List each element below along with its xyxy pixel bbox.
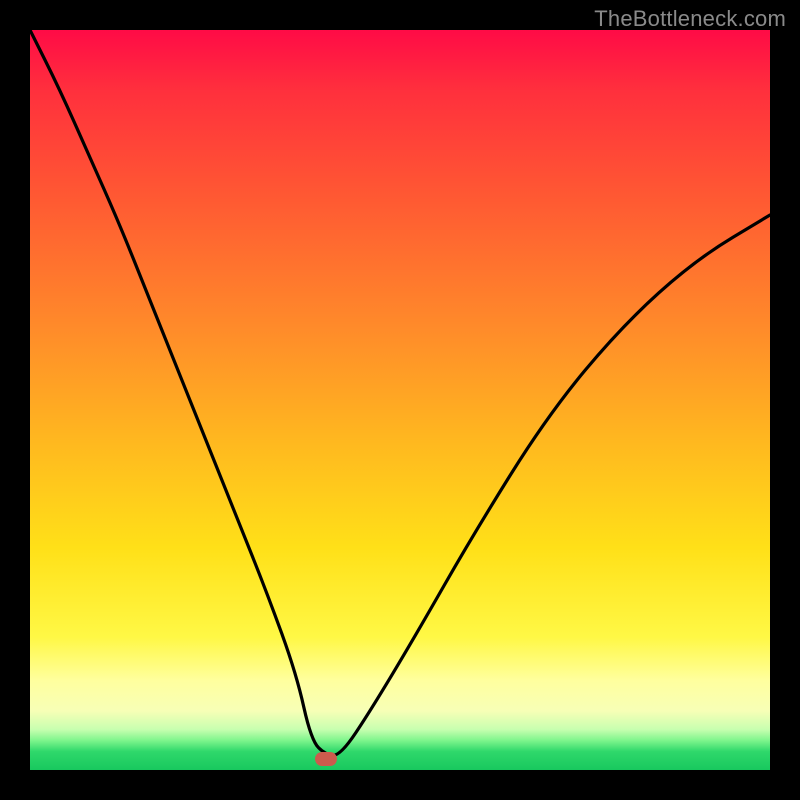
watermark-text: TheBottleneck.com [594,6,786,32]
plot-area [30,30,770,770]
optimum-marker [315,752,337,766]
bottleneck-curve [30,30,770,770]
chart-frame: TheBottleneck.com [0,0,800,800]
